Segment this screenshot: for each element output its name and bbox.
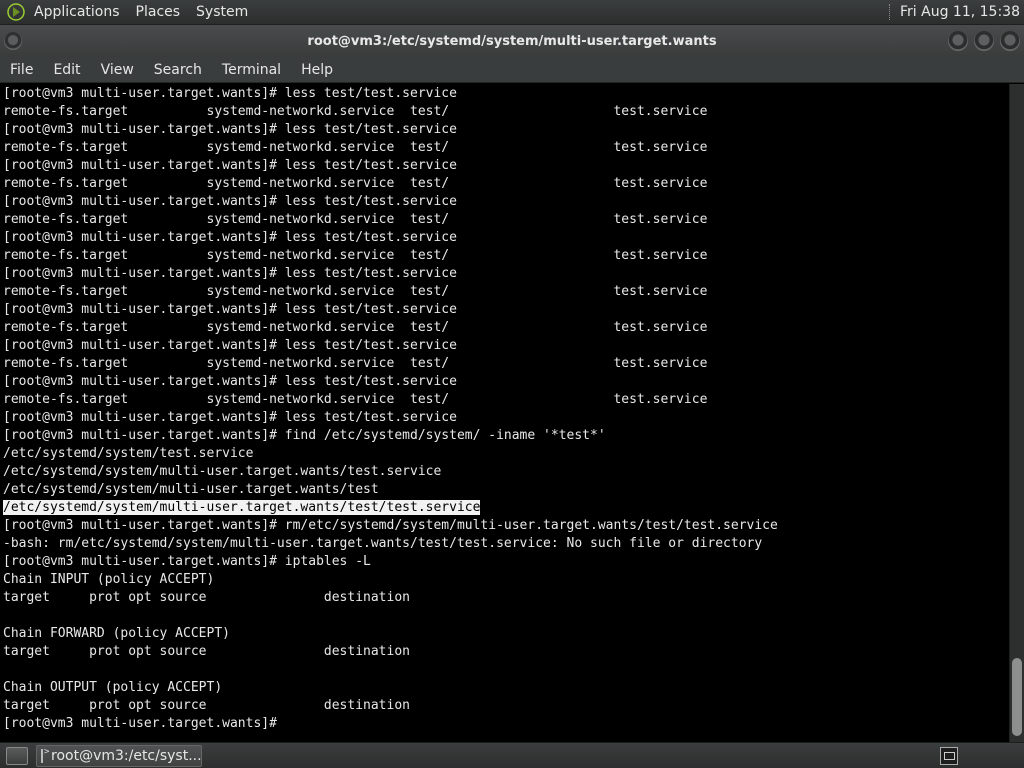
window-title: root@vm3:/etc/systemd/system/multi-user.…: [307, 33, 717, 49]
terminal-line: Chain OUTPUT (policy ACCEPT): [3, 680, 223, 695]
terminal-line: [root@vm3 multi-user.target.wants]# find…: [3, 428, 606, 443]
terminal-line: /etc/systemd/system/multi-user.target.wa…: [3, 499, 1009, 517]
menu-terminal[interactable]: Terminal: [212, 57, 291, 83]
terminal-output[interactable]: [root@vm3 multi-user.target.wants]# less…: [0, 84, 1009, 742]
bottom-panel: root@vm3:/etc/syst...: [0, 742, 1024, 768]
terminal-scrollbar[interactable]: [1009, 84, 1024, 742]
terminal-line: [root@vm3 multi-user.target.wants]# less…: [3, 194, 457, 209]
menu-help[interactable]: Help: [291, 57, 343, 83]
terminal-line: [root@vm3 multi-user.target.wants]# less…: [3, 302, 457, 317]
window-menu-button[interactable]: [4, 32, 22, 50]
terminal-line: [root@vm3 multi-user.target.wants]# less…: [3, 266, 457, 281]
top-panel: Applications Places System Fri Aug 11, 1…: [0, 0, 1024, 25]
terminal-line: target prot opt source destination: [3, 644, 410, 659]
top-menu-system[interactable]: System: [188, 0, 256, 25]
window-titlebar[interactable]: root@vm3:/etc/systemd/system/multi-user.…: [0, 25, 1024, 57]
terminal-line: remote-fs.target systemd-networkd.servic…: [3, 212, 708, 227]
terminal-line: Chain FORWARD (policy ACCEPT): [3, 626, 230, 641]
show-desktop-icon[interactable]: [6, 746, 28, 765]
top-menu-applications[interactable]: Applications: [32, 0, 128, 25]
terminal-line: remote-fs.target systemd-networkd.servic…: [3, 104, 708, 119]
maximize-button[interactable]: [974, 31, 994, 51]
terminal-line: /etc/systemd/system/multi-user.target.wa…: [3, 482, 379, 497]
taskbar-window-button[interactable]: root@vm3:/etc/syst...: [36, 744, 202, 767]
top-menu-places[interactable]: Places: [128, 0, 189, 25]
terminal-line: [root@vm3 multi-user.target.wants]# rm/e…: [3, 518, 778, 533]
terminal-line: [root@vm3 multi-user.target.wants]#: [3, 716, 285, 731]
terminal-menubar: File Edit View Search Terminal Help: [0, 57, 1024, 83]
menu-search[interactable]: Search: [144, 57, 212, 83]
menu-file[interactable]: File: [0, 57, 43, 83]
terminal-line: Chain INPUT (policy ACCEPT): [3, 572, 215, 587]
terminal-line: target prot opt source destination: [3, 590, 410, 605]
terminal-line: [root@vm3 multi-user.target.wants]# less…: [3, 86, 457, 101]
applications-menu-icon[interactable]: [6, 2, 26, 22]
terminal-line: [root@vm3 multi-user.target.wants]# less…: [3, 158, 457, 173]
close-button[interactable]: [1000, 31, 1020, 51]
terminal-line: /etc/systemd/system/test.service: [3, 446, 254, 461]
terminal-line: remote-fs.target systemd-networkd.servic…: [3, 284, 708, 299]
terminal-line: /etc/systemd/system/multi-user.target.wa…: [3, 464, 442, 479]
terminal-line: [root@vm3 multi-user.target.wants]# ipta…: [3, 554, 371, 569]
terminal-line: remote-fs.target systemd-networkd.servic…: [3, 176, 708, 191]
terminal-line: remote-fs.target systemd-networkd.servic…: [3, 392, 708, 407]
terminal-line: remote-fs.target systemd-networkd.servic…: [3, 140, 708, 155]
terminal-line: remote-fs.target systemd-networkd.servic…: [3, 320, 708, 335]
workspace-switcher-icon[interactable]: [940, 746, 958, 765]
terminal-line: [root@vm3 multi-user.target.wants]# less…: [3, 410, 457, 425]
terminal-line: [root@vm3 multi-user.target.wants]# less…: [3, 122, 457, 137]
terminal-line: [root@vm3 multi-user.target.wants]# less…: [3, 338, 457, 353]
minimize-button[interactable]: [948, 31, 968, 51]
terminal-line: [root@vm3 multi-user.target.wants]# less…: [3, 374, 457, 389]
terminal-line: [root@vm3 multi-user.target.wants]# less…: [3, 230, 457, 245]
menu-edit[interactable]: Edit: [43, 57, 90, 83]
terminal-line: remote-fs.target systemd-networkd.servic…: [3, 248, 708, 263]
terminal-line: target prot opt source destination: [3, 698, 410, 713]
terminal-icon: [41, 747, 49, 763]
scrollbar-thumb[interactable]: [1012, 658, 1022, 736]
taskbar-window-label: root@vm3:/etc/syst...: [51, 747, 202, 764]
terminal-line: -bash: rm/etc/systemd/system/multi-user.…: [3, 536, 763, 551]
menu-view[interactable]: View: [91, 57, 144, 83]
terminal-line: remote-fs.target systemd-networkd.servic…: [3, 356, 708, 371]
selected-text[interactable]: /etc/systemd/system/multi-user.target.wa…: [3, 500, 481, 515]
clock[interactable]: Fri Aug 11, 15:38: [900, 4, 1024, 20]
panel-separator: [889, 4, 891, 20]
